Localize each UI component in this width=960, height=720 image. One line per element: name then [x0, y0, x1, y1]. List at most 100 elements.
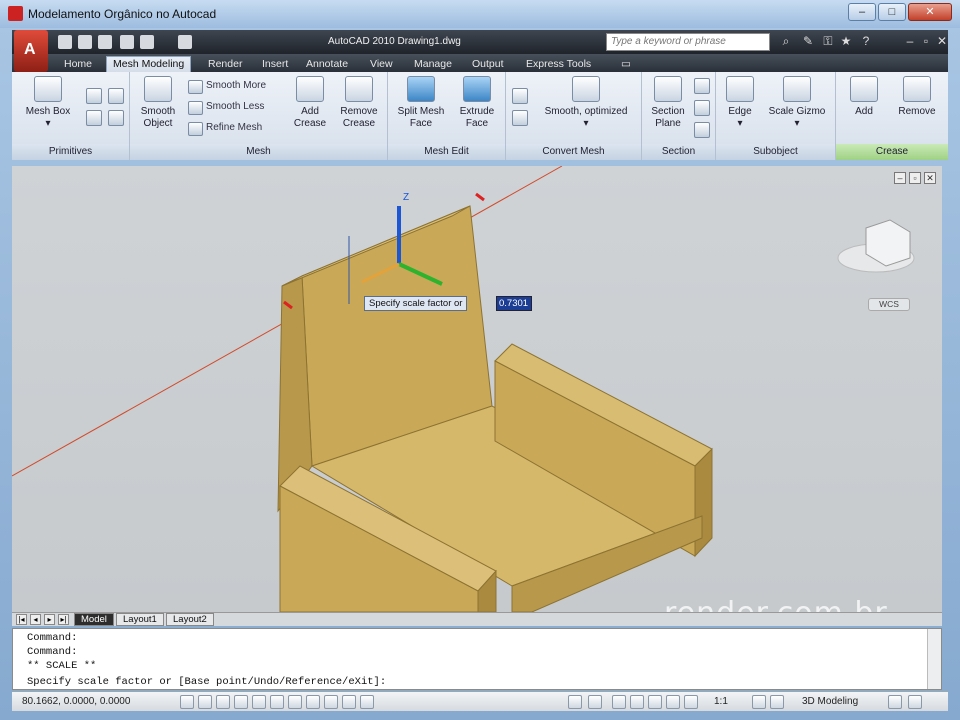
smooth-optimized-dropdown[interactable]: Smooth, optimized ▾: [534, 76, 638, 130]
otrack-icon[interactable]: [306, 695, 320, 709]
tools-icon[interactable]: ✎: [800, 34, 816, 50]
wcs-menu[interactable]: WCS: [868, 298, 910, 311]
quick-view-layouts-icon[interactable]: [588, 695, 602, 709]
edge-filter-button[interactable]: Edge ▾: [722, 76, 758, 130]
new-icon[interactable]: [58, 35, 72, 49]
smooth-more-button[interactable]: Smooth More: [186, 78, 266, 94]
refine-mesh-button[interactable]: Refine Mesh: [186, 120, 262, 136]
star-icon[interactable]: ★: [838, 34, 854, 50]
tab-insert[interactable]: Insert: [262, 56, 288, 72]
ribbon-toggle-icon[interactable]: ▭: [618, 56, 634, 72]
undo-icon[interactable]: [120, 35, 134, 49]
smooth-object-button[interactable]: Smooth Object: [136, 76, 180, 130]
last-layout-icon[interactable]: ▸|: [58, 614, 69, 625]
command-window[interactable]: Command: Command: ** SCALE ** Specify sc…: [12, 628, 942, 690]
crease-add-button[interactable]: Add: [844, 76, 884, 118]
infer-constraints-icon[interactable]: [180, 695, 194, 709]
panel-mesh-label[interactable]: Mesh: [130, 144, 387, 160]
coordinates-readout[interactable]: 80.1662, 0.0000, 0.0000: [22, 696, 130, 707]
next-layout-icon[interactable]: ▸: [44, 614, 55, 625]
mesh-wedge-icon[interactable]: [86, 110, 102, 126]
tab-model[interactable]: Model: [74, 613, 114, 626]
clean-screen-icon[interactable]: [908, 695, 922, 709]
panel-subobject-label: Subobject: [716, 144, 835, 160]
tab-view[interactable]: View: [370, 56, 393, 72]
dyn-icon[interactable]: [342, 695, 356, 709]
layout-tabs: |◂ ◂ ▸ ▸| Model Layout1 Layout2: [12, 612, 942, 626]
grid-icon[interactable]: [216, 695, 230, 709]
annotation-scale[interactable]: 1:1: [714, 696, 728, 707]
panel-mesh-edit-label: Mesh Edit: [388, 144, 505, 160]
edge-icon: [726, 76, 754, 102]
crease-remove-button[interactable]: Remove: [892, 76, 942, 118]
binoculars-icon[interactable]: ⌕: [778, 34, 794, 50]
split-mesh-face-button[interactable]: Split Mesh Face: [394, 76, 448, 130]
lineweight-icon[interactable]: [360, 695, 374, 709]
application-menu-button[interactable]: A: [14, 30, 48, 72]
autoscale-icon[interactable]: [770, 695, 784, 709]
snap-icon[interactable]: [198, 695, 212, 709]
tab-express-tools[interactable]: Express Tools: [526, 56, 591, 72]
osnap-icon[interactable]: [270, 695, 284, 709]
drawing-viewport[interactable]: – ▫ ✕ Z WCS: [12, 166, 942, 612]
save-icon[interactable]: [98, 35, 112, 49]
annotation-visibility-icon[interactable]: [752, 695, 766, 709]
convert-to-surface-icon[interactable]: [512, 110, 528, 126]
3d-osnap-icon[interactable]: [288, 695, 302, 709]
add-jog-icon[interactable]: [694, 100, 710, 116]
close-button[interactable]: ✕: [908, 3, 952, 21]
zoom-icon[interactable]: [630, 695, 644, 709]
doc-minimize-icon[interactable]: –: [902, 34, 918, 50]
command-scrollbar[interactable]: [927, 629, 941, 689]
panel-primitives-label[interactable]: Primitives: [12, 144, 129, 160]
smooth-less-button[interactable]: Smooth Less: [186, 99, 264, 115]
key-icon[interactable]: ⚿: [820, 34, 836, 50]
tab-render[interactable]: Render: [208, 56, 242, 72]
model-space-icon[interactable]: [568, 695, 582, 709]
ortho-icon[interactable]: [234, 695, 248, 709]
tab-layout2[interactable]: Layout2: [166, 613, 214, 626]
ducs-icon[interactable]: [324, 695, 338, 709]
prev-layout-icon[interactable]: ◂: [30, 614, 41, 625]
tab-mesh-modeling[interactable]: Mesh Modeling: [106, 56, 192, 72]
redo-icon[interactable]: [140, 35, 154, 49]
first-layout-icon[interactable]: |◂: [16, 614, 27, 625]
remove-crease-button[interactable]: Remove Crease: [336, 76, 382, 130]
command-prompt[interactable]: Specify scale factor or [Base point/Undo…: [27, 675, 386, 689]
generate-section-icon[interactable]: [694, 122, 710, 138]
polar-icon[interactable]: [252, 695, 266, 709]
orbit-icon[interactable]: [648, 695, 662, 709]
help-icon[interactable]: ?: [858, 34, 874, 50]
open-icon[interactable]: [78, 35, 92, 49]
search-input[interactable]: Type a keyword or phrase: [606, 33, 770, 51]
showmotion-icon[interactable]: [684, 695, 698, 709]
workspace-switch[interactable]: 3D Modeling: [802, 696, 858, 707]
steeringwheel-icon[interactable]: [666, 695, 680, 709]
minimize-button[interactable]: –: [848, 3, 876, 21]
tab-home[interactable]: Home: [64, 56, 92, 72]
scale-gizmo-button[interactable]: Scale Gizmo ▾: [764, 76, 830, 130]
doc-restore-icon[interactable]: ▫: [918, 34, 934, 50]
mesh-torus-icon[interactable]: [108, 110, 124, 126]
tab-layout1[interactable]: Layout1: [116, 613, 164, 626]
mesh-box-button[interactable]: Mesh Box ▾: [22, 76, 74, 130]
dynamic-input-value[interactable]: 0.7301: [496, 296, 532, 311]
maximize-button[interactable]: □: [878, 3, 906, 21]
live-section-icon[interactable]: [694, 78, 710, 94]
tab-output[interactable]: Output: [472, 56, 504, 72]
extrude-face-button[interactable]: Extrude Face: [452, 76, 502, 130]
section-plane-button[interactable]: Section Plane: [646, 76, 690, 130]
plot-icon[interactable]: [178, 35, 192, 49]
split-face-icon: [407, 76, 435, 102]
mesh-cone-icon[interactable]: [108, 88, 124, 104]
doc-close-icon[interactable]: ✕: [934, 34, 950, 50]
tab-annotate[interactable]: Annotate: [306, 56, 348, 72]
mesh-cylinder-icon[interactable]: [86, 88, 102, 104]
pan-icon[interactable]: [612, 695, 626, 709]
tab-manage[interactable]: Manage: [414, 56, 452, 72]
add-crease-button[interactable]: Add Crease: [288, 76, 332, 130]
lock-icon[interactable]: [888, 695, 902, 709]
panel-subobject: Edge ▾ Scale Gizmo ▾ Subobject: [716, 72, 836, 160]
panel-section-label[interactable]: Section: [642, 144, 715, 160]
convert-to-solid-icon[interactable]: [512, 88, 528, 104]
